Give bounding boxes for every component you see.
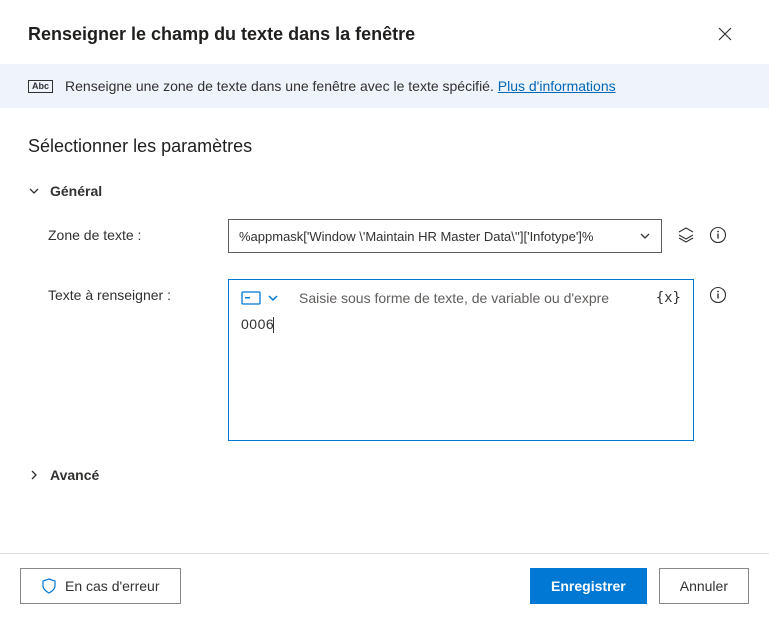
dialog-footer: En cas d'erreur Enregistrer Annuler — [0, 553, 769, 618]
cancel-button[interactable]: Annuler — [659, 568, 749, 604]
textbox-value: %appmask['Window \'Maintain HR Master Da… — [239, 229, 593, 244]
dialog-header: Renseigner le champ du texte dans la fen… — [0, 0, 769, 64]
content: Sélectionner les paramètres Général Zone… — [0, 108, 769, 483]
chevron-down-icon — [639, 230, 651, 242]
section-title: Sélectionner les paramètres — [28, 136, 741, 157]
textbox-label: Zone de texte : — [48, 219, 228, 243]
general-section-toggle[interactable]: Général — [28, 183, 741, 199]
insert-variable-button[interactable]: {x} — [656, 290, 681, 306]
general-label: Général — [50, 183, 102, 199]
textbox-icon: Abc — [28, 80, 53, 93]
info-icon[interactable] — [708, 225, 728, 245]
chevron-right-icon — [28, 469, 40, 481]
fill-value[interactable]: 0006 — [241, 316, 681, 336]
on-error-button[interactable]: En cas d'erreur — [20, 568, 181, 604]
textbox-toolbar: Saisie sous forme de texte, de variable … — [241, 290, 681, 306]
input-mode-icon[interactable] — [241, 291, 261, 305]
advanced-section-toggle[interactable]: Avancé — [28, 467, 741, 483]
param-textbox-row: Zone de texte : %appmask['Window \'Maint… — [28, 219, 741, 253]
close-button[interactable] — [709, 18, 741, 50]
save-button[interactable]: Enregistrer — [530, 568, 647, 604]
param-fill-row: Texte à renseigner : Saisie sous forme d… — [28, 279, 741, 441]
chevron-down-icon[interactable] — [267, 292, 279, 304]
chevron-down-icon — [28, 185, 40, 197]
info-text: Renseigne une zone de texte dans une fen… — [65, 78, 616, 94]
shield-icon — [41, 578, 57, 594]
more-info-link[interactable]: Plus d'informations — [498, 78, 616, 94]
info-icon[interactable] — [708, 285, 728, 305]
fill-label: Texte à renseigner : — [48, 279, 228, 303]
fill-placeholder: Saisie sous forme de texte, de variable … — [299, 290, 650, 306]
advanced-label: Avancé — [50, 467, 99, 483]
fill-textbox[interactable]: Saisie sous forme de texte, de variable … — [228, 279, 694, 441]
dialog-title: Renseigner le champ du texte dans la fen… — [28, 24, 415, 45]
info-banner: Abc Renseigne une zone de texte dans une… — [0, 64, 769, 108]
close-icon — [718, 27, 732, 41]
ui-element-picker-icon[interactable] — [676, 225, 696, 245]
textbox-dropdown[interactable]: %appmask['Window \'Maintain HR Master Da… — [228, 219, 662, 253]
